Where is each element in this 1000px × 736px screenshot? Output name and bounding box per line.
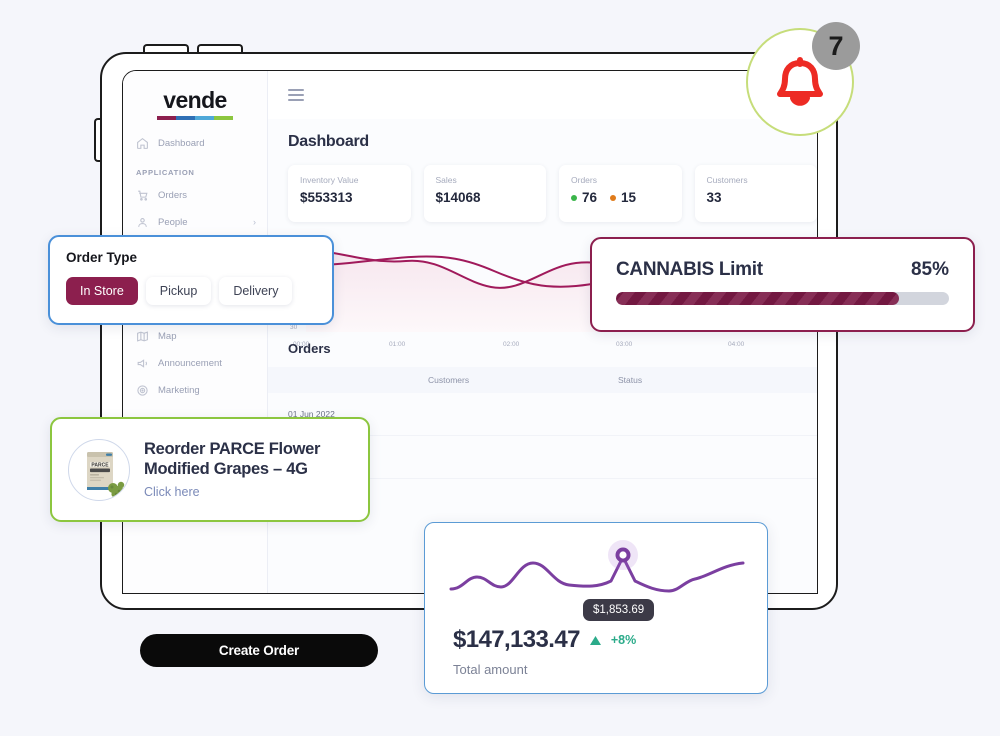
cart-icon <box>138 190 148 201</box>
order-type-options: In Store Pickup Delivery <box>66 277 316 305</box>
stat-value: 15 <box>621 190 637 205</box>
reorder-notification-card[interactable]: PARCE Reorder PARCE Flower Modified Grap… <box>50 417 370 522</box>
status-dot-icon <box>610 194 617 201</box>
product-pouch-icon: PARCE <box>87 451 125 498</box>
order-type-option-in-store[interactable]: In Store <box>66 277 138 305</box>
cannabis-limit-progress-fill <box>616 292 900 305</box>
cannabis-limit-progress-track <box>616 292 949 305</box>
order-type-title: Order Type <box>66 250 138 265</box>
x-axis-tick: 03:00 <box>616 341 633 348</box>
people-icon <box>138 217 147 227</box>
sidebar-item-dashboard[interactable]: Dashboard <box>123 130 267 157</box>
stat-value: $14068 <box>435 190 481 205</box>
stat-card-row: Inventory Value $553313 Sales $14068 Ord… <box>268 151 817 222</box>
hamburger-icon[interactable] <box>288 89 304 101</box>
total-amount-card: $1,853.69 $147,133.47 +8% Total amount <box>424 522 768 694</box>
stat-value: 76 <box>582 190 598 205</box>
table-column-header-status: Status <box>618 375 643 385</box>
logo-underline <box>157 116 233 120</box>
table-column-header-customers: Customers <box>428 375 470 385</box>
sidebar-label: Orders <box>158 189 188 201</box>
sparkline-point-inner <box>619 551 627 559</box>
stat-card-customers[interactable]: Customers 33 <box>694 165 817 222</box>
order-status-orange: 15 <box>610 190 636 205</box>
stat-label: Orders <box>571 175 597 185</box>
notification-count-badge: 7 <box>812 22 860 70</box>
stat-card-sales[interactable]: Sales $14068 <box>423 165 546 222</box>
order-type-option-pickup[interactable]: Pickup <box>145 277 212 305</box>
cannabis-limit-percent: 85% <box>910 259 949 280</box>
stat-label: Sales <box>435 175 457 185</box>
stat-value: 33 <box>706 190 722 205</box>
triangle-up-icon <box>589 635 601 645</box>
total-amount-sparkline <box>449 540 745 593</box>
target-icon <box>137 384 148 396</box>
sidebar-label: People <box>158 216 188 228</box>
screenshot-stage: vende Dashboard APPLICATION Orders Peopl… <box>0 0 1000 736</box>
stat-label: Inventory Value <box>300 175 359 185</box>
map-icon <box>137 330 148 342</box>
order-status-dots: 76 15 <box>571 190 670 205</box>
cannabis-limit-card: CANNABIS Limit 85% <box>590 237 975 332</box>
app-logo[interactable]: vende <box>123 71 267 130</box>
orders-section-title: Orders <box>288 341 331 356</box>
sidebar-label: Marketing <box>158 384 200 396</box>
cannabis-limit-title: CANNABIS Limit <box>616 259 763 280</box>
sparkline-path <box>449 555 745 593</box>
sidebar-item-marketing[interactable]: Marketing <box>123 377 267 404</box>
table-header-row: Customers Status <box>268 367 817 393</box>
sidebar-section-label: APPLICATION <box>136 167 195 177</box>
total-amount-delta: +8% <box>610 633 637 647</box>
chevron-right-icon: › <box>253 217 256 227</box>
topbar <box>268 71 817 119</box>
total-amount-value-row: $147,133.47 +8% <box>453 626 636 654</box>
stat-value: $553313 <box>300 190 353 205</box>
cannabis-limit-header: CANNABIS Limit 85% <box>616 259 949 281</box>
sidebar-label: Announcement <box>158 357 222 369</box>
sidebar-item-people[interactable]: People › <box>123 209 267 236</box>
sidebar-label: Dashboard <box>158 137 205 149</box>
x-axis-tick: 01:00 <box>389 341 406 348</box>
status-dot-icon <box>571 194 577 201</box>
product-thumbnail: PARCE <box>68 438 130 501</box>
sidebar-item-map[interactable]: Map <box>123 323 267 350</box>
total-amount-label: Total amount <box>453 662 528 677</box>
order-type-card: Order Type In Store Pickup Delivery <box>48 235 334 325</box>
create-order-button[interactable]: Create Order <box>140 634 378 667</box>
x-axis-tick: 02:00 <box>503 341 520 348</box>
svg-text:PARCE: PARCE <box>91 462 109 468</box>
stat-card-inventory-value[interactable]: Inventory Value $553313 <box>288 165 411 222</box>
page-title: Dashboard <box>288 133 369 150</box>
total-amount-value: $147,133.47 <box>453 626 580 653</box>
reorder-title-line1: Reorder PARCE Flower <box>144 440 321 459</box>
stat-label: Customers <box>706 175 748 185</box>
order-type-option-delivery[interactable]: Delivery <box>219 277 293 305</box>
reorder-click-here-link[interactable]: Click here <box>144 485 320 499</box>
logo-text: vende <box>163 87 227 113</box>
x-axis-tick: 04:00 <box>728 341 745 348</box>
reorder-text-block: Reorder PARCE Flower Modified Grapes – 4… <box>144 440 320 498</box>
megaphone-icon <box>137 358 148 368</box>
order-status-green: 76 <box>571 190 597 205</box>
sidebar-item-orders[interactable]: Orders <box>123 182 267 209</box>
stat-card-orders[interactable]: Orders 76 15 <box>559 165 682 222</box>
notification-bell-widget[interactable]: 7 <box>746 22 860 136</box>
home-icon <box>137 137 148 149</box>
reorder-title-line2: Modified Grapes – 4G <box>144 459 308 478</box>
sidebar-item-announcement[interactable]: Announcement <box>123 350 267 377</box>
sidebar-label: Map <box>158 330 177 342</box>
y-axis-tick: 30 <box>290 324 298 331</box>
sparkline-tooltip: $1,853.69 <box>583 599 655 621</box>
